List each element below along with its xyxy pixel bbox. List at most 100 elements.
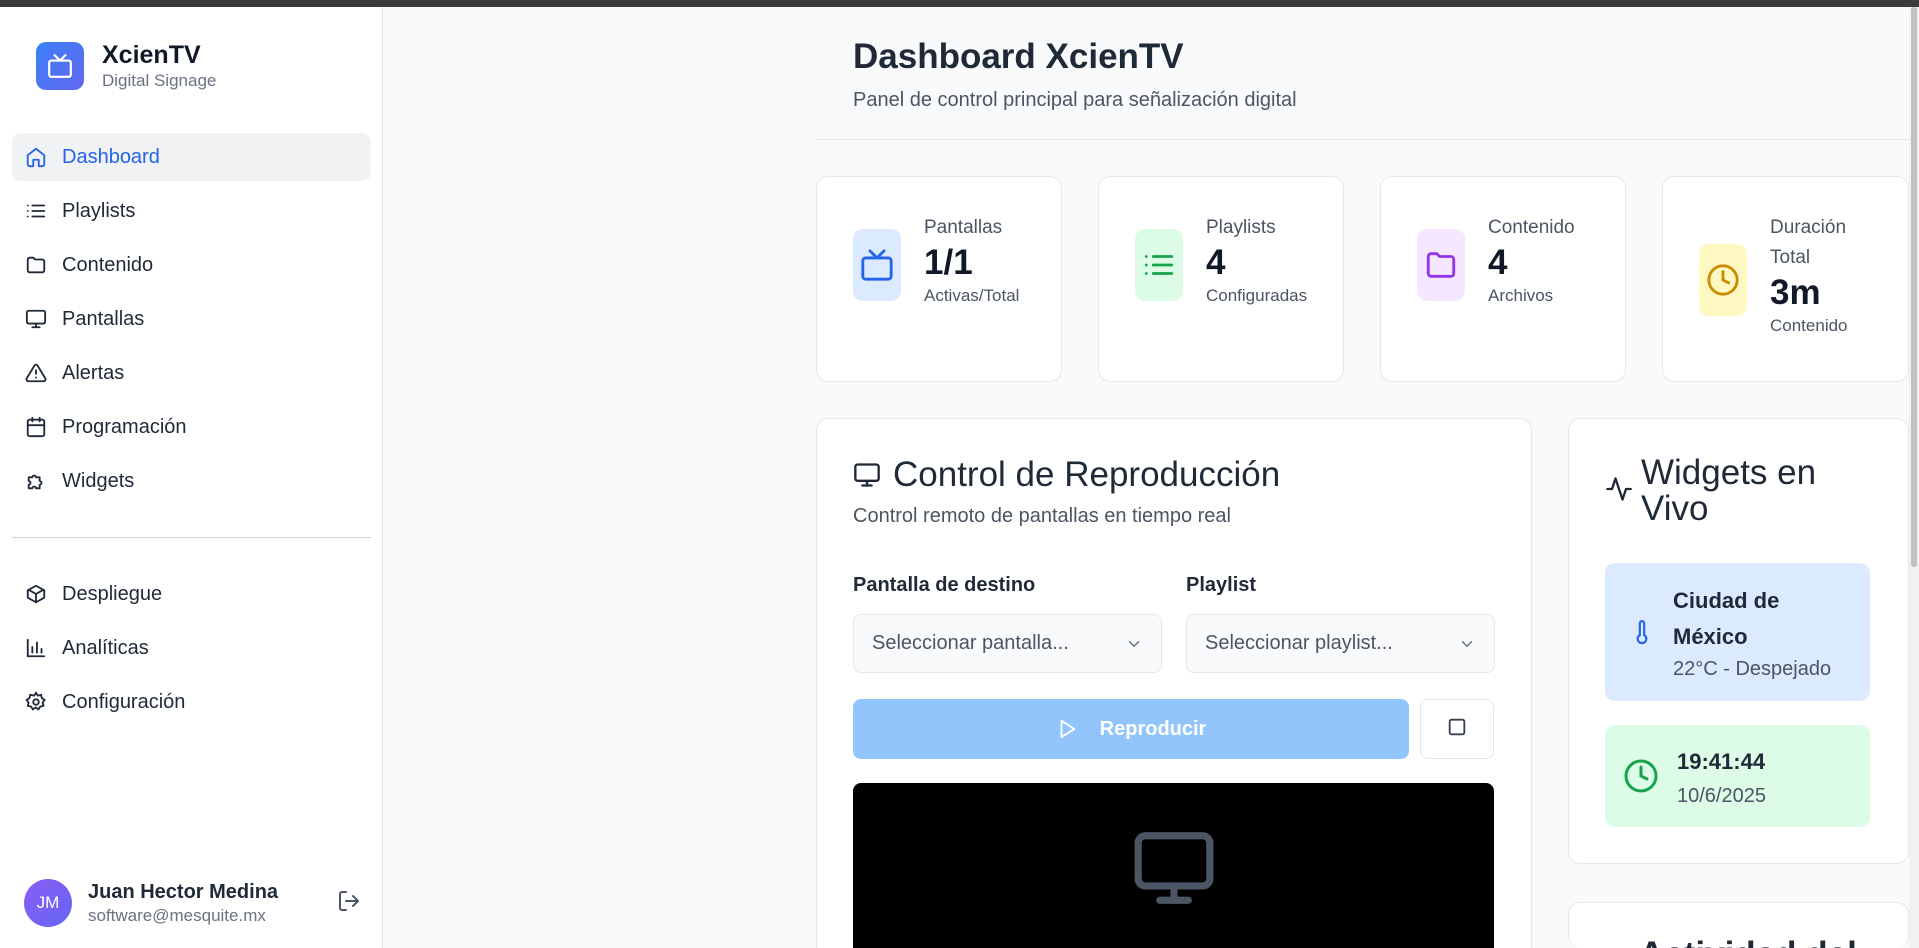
stat-card-duracion: Duración Total 3m Contenido: [1662, 176, 1909, 382]
calendar-icon: [24, 415, 48, 439]
package-icon: [24, 582, 48, 606]
bar-chart-icon: [24, 636, 48, 660]
playlist-select-value: Seleccionar playlist...: [1205, 632, 1393, 654]
sidebar-item-alertas[interactable]: Alertas: [12, 349, 371, 397]
user-name: Juan Hector Medina: [88, 881, 279, 903]
screen-select-value: Seleccionar pantalla...: [872, 632, 1069, 654]
page-title: Dashboard XcienTV: [853, 37, 1184, 76]
weather-city: Ciudad de México: [1673, 588, 1780, 649]
folder-icon: [24, 253, 48, 277]
page-subtitle: Panel de control principal para señaliza…: [853, 89, 1297, 111]
card-title: Actividad del: [1639, 935, 1857, 948]
sidebar-item-playlists[interactable]: Playlists: [12, 187, 371, 235]
clock-widget[interactable]: 19:41:44 10/6/2025: [1605, 725, 1870, 827]
card-title-text: Control de Reproducción: [893, 455, 1281, 494]
alert-triangle-icon: [24, 361, 48, 385]
stat-note: Activas/Total: [924, 286, 1020, 305]
brand[interactable]: XcienTV Digital Signage: [36, 40, 216, 92]
sidebar-item-label: Dashboard: [62, 145, 160, 168]
monitor-icon: [853, 461, 881, 489]
stat-card-playlists: Playlists 4 Configuradas: [1098, 176, 1344, 382]
card-title: Control de Reproducción: [853, 455, 1280, 495]
tv-icon: [853, 229, 901, 301]
window-top-bar: [0, 0, 1919, 7]
stat-note: Contenido: [1770, 316, 1848, 335]
home-icon: [24, 145, 48, 169]
stat-value: 4: [1206, 243, 1226, 282]
stat-card-contenido: Contenido 4 Archivos: [1380, 176, 1626, 382]
stat-value: 3m: [1770, 273, 1821, 312]
card-subtitle: Control remoto de pantallas en tiempo re…: [853, 505, 1231, 527]
chevron-down-icon: [1458, 635, 1476, 659]
playback-control-card: Control de Reproducción Control remoto d…: [816, 418, 1532, 948]
card-title-text: Widgets en Vivo: [1641, 453, 1817, 528]
live-widgets-card: Widgets en Vivo Ciudad de México 22°C - …: [1568, 418, 1909, 864]
chevron-down-icon: [1125, 635, 1143, 659]
sidebar-item-configuracion[interactable]: Configuración: [12, 678, 371, 726]
folder-icon: [1417, 229, 1465, 301]
sidebar-nav: Dashboard Playlists Contenido Pantallas …: [12, 133, 371, 732]
sidebar-item-widgets[interactable]: Widgets: [12, 457, 371, 505]
sidebar-item-label: Contenido: [62, 253, 154, 276]
list-icon: [1135, 229, 1183, 301]
scrollbar-thumb[interactable]: [1911, 7, 1917, 567]
stat-value: 1/1: [924, 243, 973, 282]
sidebar-item-label: Widgets: [62, 469, 135, 492]
settings-icon: [24, 690, 48, 714]
puzzle-icon: [24, 469, 48, 493]
sidebar-item-despliegue[interactable]: Despliegue: [12, 570, 371, 618]
brand-name: XcienTV: [102, 41, 201, 69]
stat-label: Playlists: [1206, 217, 1276, 238]
stat-label: Contenido: [1488, 217, 1575, 238]
card-title: Widgets en Vivo: [1605, 455, 1865, 527]
screen-select[interactable]: Seleccionar pantalla...: [853, 614, 1162, 673]
sidebar-item-programacion[interactable]: Programación: [12, 403, 371, 451]
stat-card-pantallas: Pantallas 1/1 Activas/Total: [816, 176, 1062, 382]
sidebar-item-label: Pantallas: [62, 307, 145, 330]
activity-icon: [1605, 475, 1633, 503]
tv-logo-icon: [36, 42, 84, 90]
stop-icon: [1446, 716, 1468, 743]
playlist-select-label: Playlist: [1186, 574, 1257, 596]
sidebar-item-contenido[interactable]: Contenido: [12, 241, 371, 289]
stat-note: Archivos: [1488, 286, 1554, 305]
playlist-select[interactable]: Seleccionar playlist...: [1186, 614, 1495, 673]
sidebar-item-dashboard[interactable]: Dashboard: [12, 133, 371, 181]
clock-icon: [1623, 758, 1659, 799]
sidebar-item-label: Despliegue: [62, 582, 163, 605]
monitor-icon: [1131, 825, 1217, 916]
avatar[interactable]: JM: [24, 879, 72, 927]
sidebar-item-label: Programación: [62, 415, 187, 438]
sidebar-item-label: Alertas: [62, 361, 125, 384]
user-email: software@mesquite.mx: [88, 906, 266, 925]
nav-divider: [12, 537, 371, 538]
sidebar-item-label: Playlists: [62, 199, 136, 222]
user-profile: JM Juan Hector Medina software@mesquite.…: [24, 879, 364, 927]
clock-date: 10/6/2025: [1677, 785, 1766, 807]
activity-card: Actividad del: [1568, 902, 1909, 948]
page-scrollbar[interactable]: [1909, 7, 1919, 948]
weather-widget[interactable]: Ciudad de México 22°C - Despejado: [1605, 563, 1870, 701]
page-header: Dashboard XcienTV Panel de control princ…: [816, 7, 1919, 140]
stop-button[interactable]: [1420, 699, 1494, 759]
clock-time: 19:41:44: [1677, 749, 1766, 774]
thermometer-icon: [1629, 615, 1655, 654]
stat-label: Duración Total: [1770, 217, 1847, 268]
sidebar-item-label: Analíticas: [62, 636, 149, 659]
sidebar-item-analiticas[interactable]: Analíticas: [12, 624, 371, 672]
logout-button[interactable]: [334, 888, 364, 918]
stat-label: Pantallas: [924, 217, 1003, 238]
play-icon: [1056, 718, 1078, 740]
sidebar-item-pantallas[interactable]: Pantallas: [12, 295, 371, 343]
play-button[interactable]: Reproducir: [853, 699, 1409, 759]
screen-select-label: Pantalla de destino: [853, 574, 1036, 596]
clock-icon: [1699, 244, 1747, 316]
play-button-label: Reproducir: [1099, 717, 1207, 740]
brand-subtitle: Digital Signage: [102, 71, 217, 90]
stat-value: 4: [1488, 243, 1508, 282]
weather-detail: 22°C - Despejado: [1673, 658, 1832, 680]
logout-icon: [337, 889, 361, 918]
list-icon: [24, 199, 48, 223]
screen-preview: [853, 783, 1494, 948]
sidebar: XcienTV Digital Signage Dashboard Playli…: [0, 7, 383, 948]
